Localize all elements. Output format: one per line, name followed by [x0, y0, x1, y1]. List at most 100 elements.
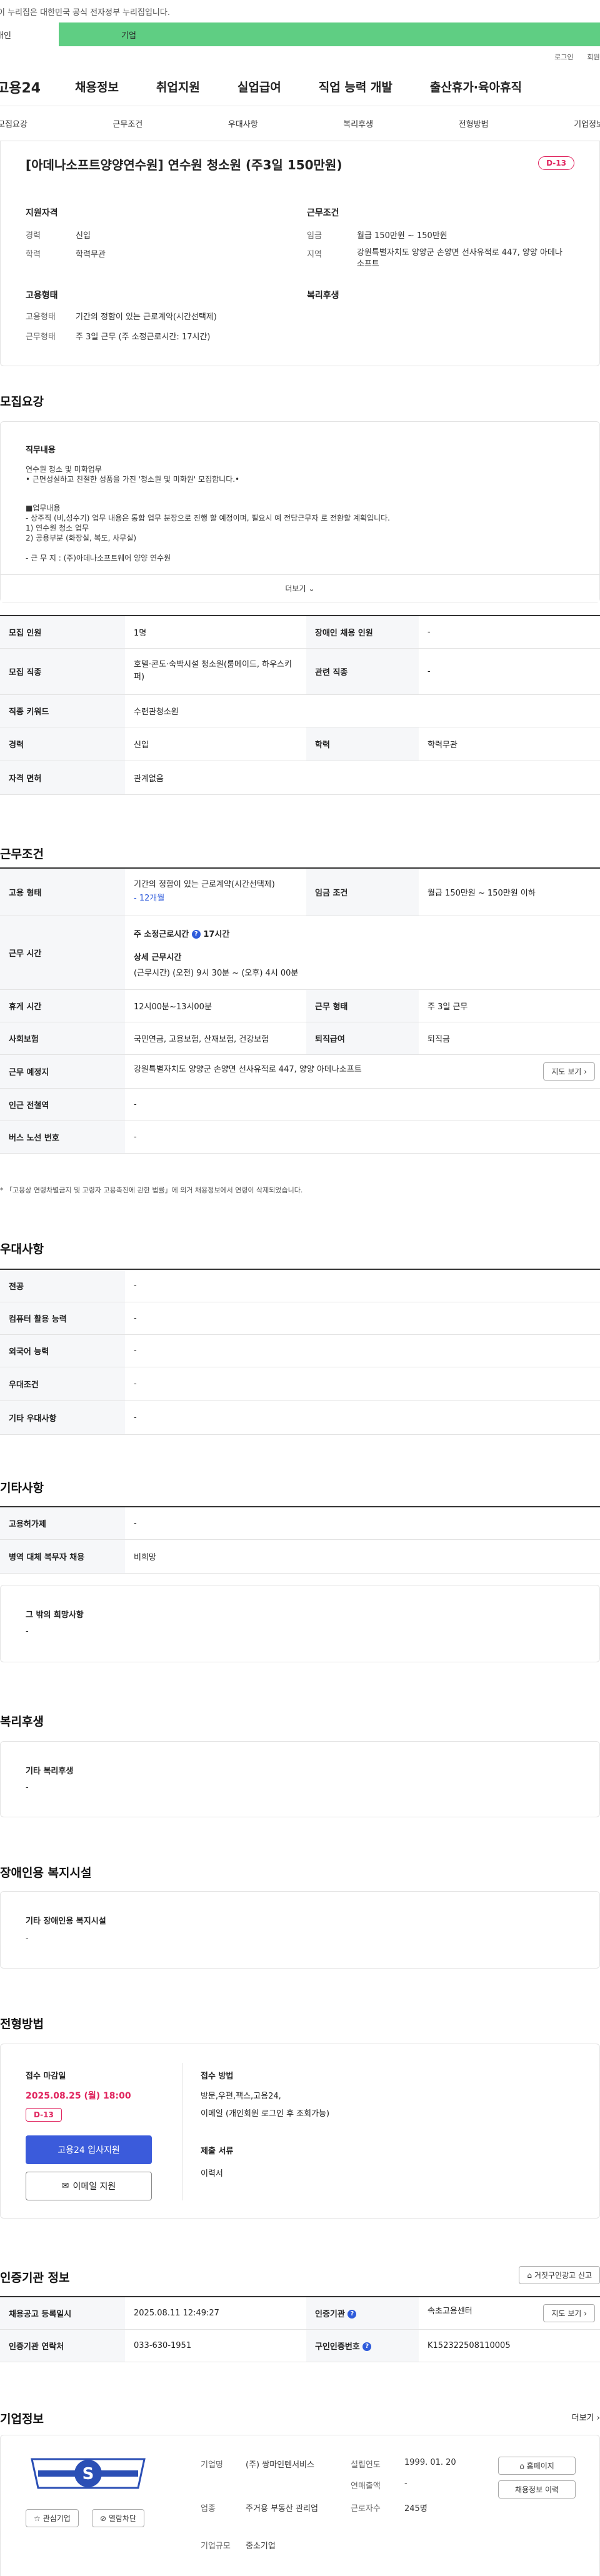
help-icon[interactable]: ? — [191, 930, 201, 939]
employees-value: 245명 — [404, 2504, 428, 2514]
logo-letter: S — [82, 2465, 94, 2484]
disabled-box-title: 기타 장애인용 복지시설 — [26, 1917, 106, 1926]
cell-value: 033-630-1951 — [125, 2329, 306, 2362]
gnb-item-training[interactable]: 직업 능력 개발 — [319, 78, 392, 95]
gnb-item-unemployment[interactable]: 실업급여 — [238, 78, 281, 95]
gov-notice-text: 이 누리집은 대한민국 공식 전자정부 누리집입니다. — [0, 7, 170, 17]
subnav-item-work[interactable]: 근무조건 — [112, 117, 142, 129]
cell-label: 인증기관 연락처 — [0, 2329, 125, 2362]
work-cond-title: 근무조건 — [307, 208, 339, 218]
homepage-button[interactable]: ⌂ 홈페이지 — [498, 2457, 576, 2475]
join-link[interactable]: 회원가입 — [588, 52, 600, 62]
job-desc-line: 1) 연수원 청소 업무 — [26, 524, 89, 532]
cell-label: 경력 — [0, 727, 125, 761]
cell-label: 인근 전철역 — [0, 1088, 125, 1121]
welfare-box-value: - — [26, 1783, 29, 1792]
cell-label: 직종 키워드 — [0, 694, 125, 727]
cert-map-label: 지도 보기 — [551, 2309, 582, 2318]
subnav-item-recruit[interactable]: 모집요강 — [0, 117, 28, 129]
emp-value: 주 3일 근무 (주 소정근로시간: 17시간) — [76, 332, 211, 342]
emp-type-title: 고용형태 — [26, 291, 58, 301]
job-desc-line: - 근 무 지 : (주)아데나소프트웨어 양양 연수원 — [26, 554, 171, 562]
tab-company[interactable]: 기업 — [59, 22, 600, 46]
cell-label: 근무 형태 — [306, 989, 419, 1022]
process-dday-badge: D-13 — [26, 2108, 62, 2122]
cert-section-title: 인증기관 정보 — [0, 2271, 70, 2285]
qual-label: 경력 — [26, 231, 41, 241]
section-subnav: 모집요강 근무조건 우대사항 복리후생 전형방법 기업정보 — [0, 106, 600, 141]
pref-section-title: 우대사항 — [0, 1242, 44, 1256]
gnb-item-jobs[interactable]: 채용정보 — [75, 78, 119, 95]
cell-label: 외국어 능력 — [0, 1334, 125, 1367]
cell-value: - — [125, 1302, 600, 1335]
work-cond-list: 임금 월급 150만원 ~ 150만원 지역 강원특별자치도 양양군 손양면 선사유… — [307, 229, 569, 270]
cell-label: 퇴직급여 — [306, 1022, 419, 1055]
company-more-link[interactable]: 더보기 › — [572, 2411, 600, 2423]
block-view-button[interactable]: ⊘ 열람차단 — [92, 2509, 145, 2527]
docs-label: 제출 서류 — [201, 2147, 234, 2156]
block-icon: ⊘ — [100, 2514, 107, 2523]
cell-label: 전공 — [0, 1269, 125, 1302]
gnb-item-parental-leave[interactable]: 출산휴가·육아휴직 — [430, 78, 522, 95]
email-apply-label: 이메일 지원 — [72, 2182, 116, 2192]
cell-value: 속초고용센터 지도 보기 › — [419, 2297, 600, 2330]
deadline-value: 2025.08.25 (월) 18:00 — [26, 2091, 131, 2101]
cell-label: 구인인증번호 ? — [306, 2329, 419, 2362]
cell-value: - — [419, 648, 600, 695]
more-label: 더보기 — [285, 584, 306, 593]
work-table: 고용 형태 기간의 정함이 있는 근로계약(시간선택제) - 12개월 임금 조건 월급… — [0, 867, 600, 1154]
detail-hours-label: 상세 근무시간 — [134, 952, 182, 962]
cell-value: - — [125, 1507, 600, 1540]
cell-label: 학력 — [306, 727, 419, 761]
cell-value: 호텔·콘도·숙박시설 청소원(룸메이드, 하우스키퍼) — [125, 648, 306, 695]
block-label: 열람차단 — [108, 2514, 137, 2523]
apply-button[interactable]: 고용24 입사지원 — [26, 2135, 152, 2164]
company-more-label: 더보기 — [571, 2414, 594, 2423]
home-icon: ⌂ — [519, 2462, 524, 2470]
gov-notice-bar: 이 누리집은 대한민국 공식 전자정부 누리집입니다. — [0, 0, 600, 22]
subnav-item-pref[interactable]: 우대사항 — [228, 117, 258, 129]
subnav-item-welfare[interactable]: 복리후생 — [343, 117, 373, 129]
work-value: 월급 150만원 ~ 150만원 — [357, 231, 448, 241]
cell-label: 모집 직종 — [0, 648, 125, 695]
emp-value: 기간의 정함이 있는 근로계약(시간선택제) — [76, 312, 217, 322]
welfare-box: 기타 복리후생 - — [0, 1741, 600, 1817]
cell-label: 고용 형태 — [0, 868, 125, 916]
cell-label: 장애인 채용 인원 — [306, 616, 419, 649]
company-name-label: 기업명 — [201, 2460, 223, 2470]
cell-value: 주 소정근로시간 ? 17시간 상세 근무시간 (근무시간) (오전) 9시 3… — [125, 916, 600, 990]
qual-value: 학력무관 — [76, 250, 106, 259]
cert-map-button[interactable]: 지도 보기 › — [543, 2304, 595, 2322]
cell-label: 고용허가제 — [0, 1507, 125, 1540]
emp-label: 근무형태 — [26, 332, 56, 342]
subnav-item-company[interactable]: 기업정보 — [574, 117, 600, 129]
age-note: * 「고용상 연령차별금지 및 고령자 고용촉진에 관한 법률」에 의거 채용정… — [0, 1186, 303, 1194]
subnav-item-process[interactable]: 전형방법 — [459, 117, 489, 129]
job-desc-line: 2) 공용부분 (화장실, 복도, 사무실) — [26, 534, 137, 542]
other-wish-box: 그 밖의 희망사항 - — [0, 1585, 600, 1662]
map-button[interactable]: 지도 보기 › — [543, 1062, 595, 1081]
tab-personal[interactable]: 개인 — [0, 22, 59, 46]
job-desc-title: 직무내용 — [26, 446, 56, 455]
more-button[interactable]: 더보기 ⌄ — [1, 574, 599, 602]
emp-label: 고용형태 — [26, 312, 56, 322]
email-apply-button[interactable]: ✉ 이메일 지원 — [26, 2172, 152, 2200]
emp-type-list: 고용형태 기간의 정함이 있는 근로계약(시간선택제) 근무형태 주 3일 근무 (… — [26, 310, 217, 349]
qualification-title: 지원자격 — [26, 208, 58, 218]
gnb-item-support[interactable]: 취업지원 — [156, 78, 200, 95]
site-logo[interactable]: 고용24 — [0, 77, 71, 97]
company-logo-icon: S — [31, 2458, 146, 2489]
report-button-label: 거짓구인광고 신고 — [534, 2271, 592, 2280]
favorite-company-button[interactable]: ☆ 관심기업 — [26, 2509, 79, 2527]
job-history-button[interactable]: 채용정보 이력 — [498, 2480, 576, 2499]
user-type-tabs: 개인 기업 — [0, 22, 600, 46]
disabled-box-value: - — [26, 1934, 29, 1944]
mail-icon: ✉ — [61, 2181, 69, 2191]
work-label: 지역 — [307, 250, 322, 259]
false-ad-report-button[interactable]: ⌂ 거짓구인광고 신고 — [519, 2266, 600, 2284]
chevron-right-icon: › — [596, 2414, 600, 2423]
process-card: 접수 마감일 2025.08.25 (월) 18:00 D-13 고용24 입사… — [0, 2044, 600, 2219]
help-icon[interactable]: ? — [348, 2310, 357, 2319]
help-icon[interactable]: ? — [362, 2342, 372, 2351]
login-link[interactable]: 로그인 — [554, 52, 573, 62]
